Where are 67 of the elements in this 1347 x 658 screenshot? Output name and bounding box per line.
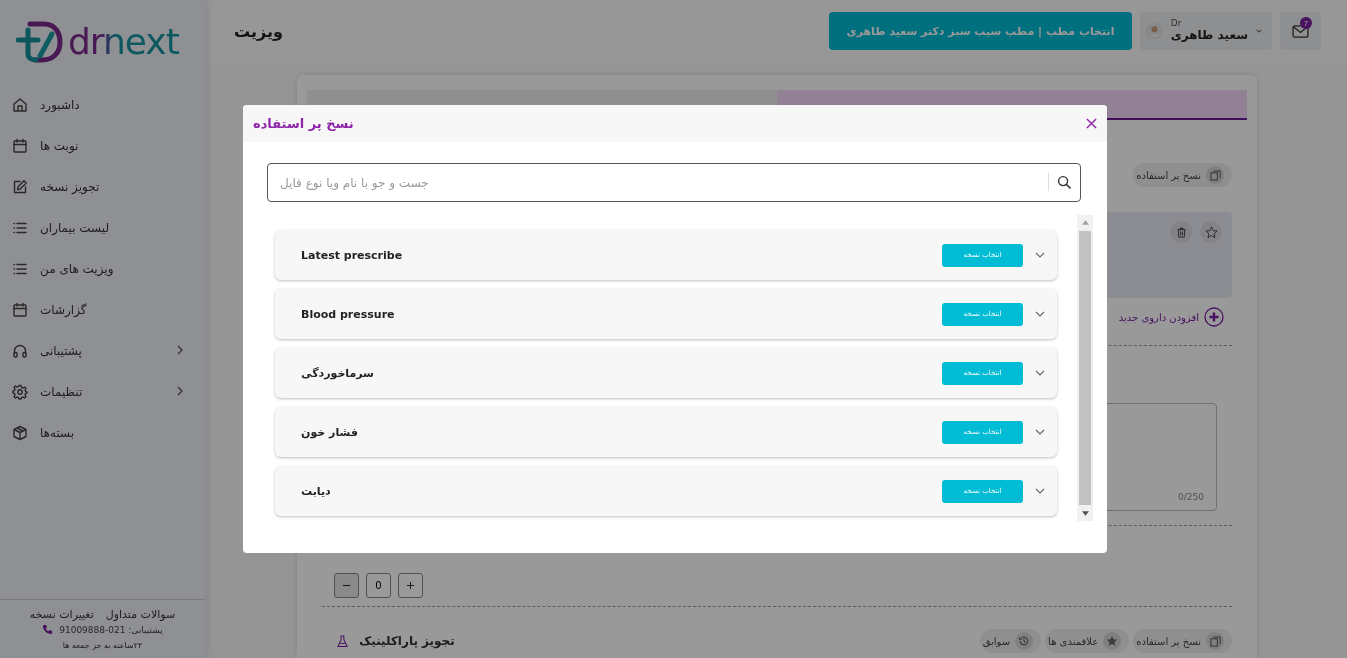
trash-icon (1175, 226, 1187, 238)
prescription-name: دیابت (301, 484, 332, 498)
chevron-down-icon[interactable] (1035, 370, 1045, 376)
notification-badge: 7 (1300, 17, 1312, 29)
filter-chip[interactable]: نسخ پر استفاده (1133, 629, 1232, 653)
sidebar-item[interactable]: گزارشات (0, 289, 205, 330)
copy-icon (1209, 635, 1221, 647)
sidebar-item[interactable]: تجویز نسخه (0, 166, 205, 207)
delete-button[interactable] (1170, 221, 1192, 243)
section-title: تجویز پاراکلینیک (359, 634, 455, 648)
page-title: ویزیت (234, 21, 283, 41)
home-icon (12, 96, 28, 113)
support-hours: ۲۴ساعته به جز جمعه ها (62, 641, 143, 650)
character-counter: 0/250 (1178, 492, 1204, 502)
headphones-icon (12, 342, 28, 359)
gear-icon (12, 383, 28, 400)
prescription-name: Latest prescribe (301, 248, 404, 262)
sidebar-item[interactable]: بسته‌ها (0, 412, 205, 453)
chevron-icon (176, 386, 184, 396)
search-field[interactable]: جست و جو با نام ویا نوع فایل (267, 163, 1081, 202)
plus-circle-icon[interactable] (1204, 307, 1224, 327)
increment-button[interactable] (398, 573, 423, 598)
user-title: Dr (1170, 19, 1183, 30)
box-icon (12, 424, 28, 441)
favorite-button[interactable] (1200, 221, 1222, 243)
prescription-name: سرماخوردگی (301, 366, 375, 380)
chevron-down-icon[interactable] (1035, 252, 1045, 258)
calendar-icon (12, 137, 28, 154)
frequent-prescriptions-chip[interactable]: نسخ پر استفاده (1133, 163, 1232, 187)
modal-title: نسخ پر استفاده (253, 116, 354, 131)
chevron-down-icon[interactable] (1035, 488, 1045, 494)
user-name: سعید طاهری (1170, 29, 1248, 43)
footer-link[interactable]: سوالات متداول (105, 608, 176, 621)
chevron-down-icon[interactable] (1035, 311, 1045, 317)
phone-icon (42, 624, 54, 635)
sidebar-item[interactable]: تنظیمات (0, 371, 205, 412)
copy-icon (1209, 169, 1221, 181)
calendar-icon (12, 301, 28, 318)
add-drug-link[interactable]: افزودن داروی جدید (1118, 311, 1199, 323)
support-phone: پشتیبانی: 021-91009888 (59, 624, 163, 635)
prescription-name: فشار خون (301, 425, 359, 439)
scrollbar[interactable] (1077, 215, 1093, 521)
plus-icon (406, 581, 415, 590)
mail-button[interactable]: 7 (1280, 12, 1321, 50)
star-icon (1204, 225, 1218, 239)
sidebar-item[interactable]: ویزیت های من (0, 248, 205, 289)
logo-icon (16, 20, 64, 64)
footer-link[interactable]: تغییرات نسخه (29, 608, 94, 621)
close-icon[interactable] (1086, 118, 1097, 129)
chevron-down-icon[interactable] (1035, 429, 1045, 435)
chevron-icon (176, 345, 184, 355)
chevron-down-icon (1256, 28, 1262, 34)
star-icon (1106, 635, 1119, 647)
filter-chip[interactable]: علاقمندی ها (1045, 629, 1130, 653)
quantity-field[interactable]: 0 (366, 573, 391, 598)
mail-icon (1292, 24, 1309, 38)
search-icon (1057, 175, 1072, 190)
sidebar-item[interactable]: پشتیبانی (0, 330, 205, 371)
edit-icon (12, 178, 28, 195)
filter-chip[interactable]: سوابق (979, 629, 1042, 653)
prescription-name: Blood pressure (301, 307, 396, 321)
history-icon (1018, 635, 1031, 647)
sidebar-item[interactable]: داشبورد (0, 84, 205, 125)
sidebar-item[interactable]: لیست بیماران (0, 207, 205, 248)
flask-icon (336, 634, 349, 648)
sidebar-item[interactable]: نوبت ها (0, 125, 205, 166)
scroll-down-icon[interactable] (1081, 511, 1089, 516)
